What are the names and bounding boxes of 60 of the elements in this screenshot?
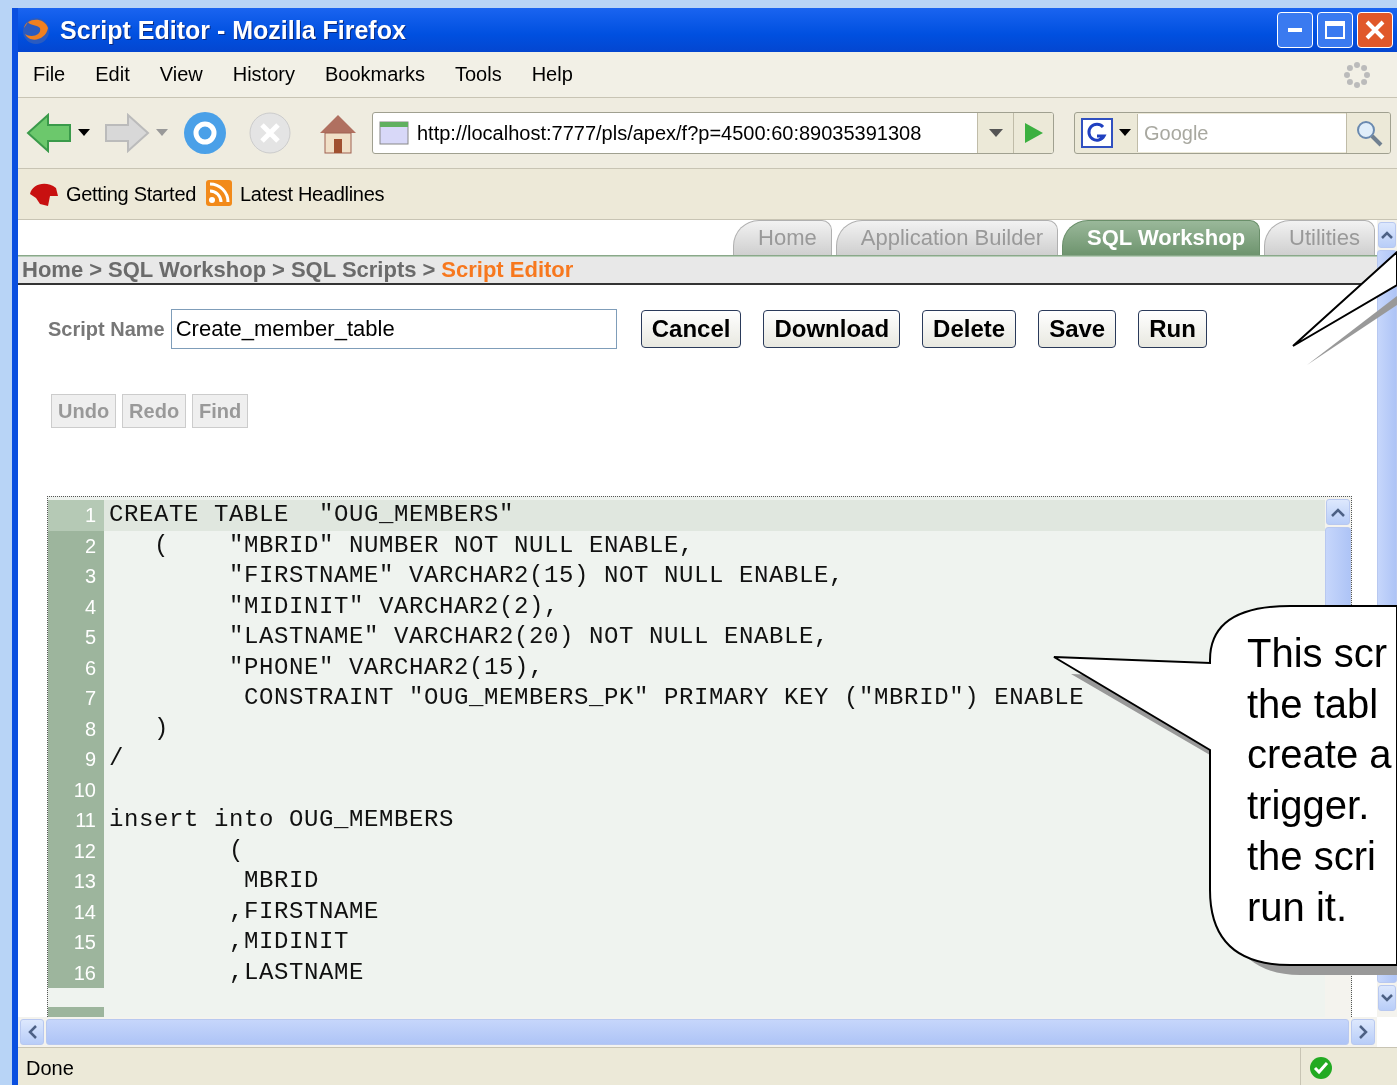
line-number: 6: [48, 652, 104, 683]
line-number: 10: [48, 774, 104, 805]
breadcrumb-separator: >: [422, 257, 436, 283]
code-line: "LASTNAME" VARCHAR2(20) NOT NULL ENABLE,: [228, 622, 830, 652]
menu-item[interactable]: Help: [516, 63, 588, 86]
line-number: 7: [48, 683, 104, 714]
url-text: http://localhost:7777/pls/apex/f?p=4500:60:89035391308: [416, 121, 923, 145]
line-number: 4: [48, 591, 104, 622]
line-number: 16: [48, 957, 104, 988]
callout-text: This scr the tabl create a trigger. the scri run it.: [1247, 630, 1392, 931]
code-line: "PHONE" VARCHAR2(15),: [228, 652, 545, 683]
menu-item[interactable]: View: [144, 63, 218, 86]
action-button[interactable]: Save: [1038, 310, 1117, 348]
line-number: 5: [48, 622, 104, 653]
code-line: ,LASTNAME: [228, 957, 365, 988]
breadcrumb-link[interactable]: Home: [22, 257, 84, 283]
line-number: 12: [48, 835, 104, 866]
field-label: Script Name: [48, 317, 165, 341]
action-button[interactable]: Cancel: [640, 310, 742, 348]
line-number: 1: [48, 500, 104, 531]
menu-item[interactable]: Bookmarks: [309, 63, 440, 86]
code-line: "MIDINIT" VARCHAR2(2),: [228, 591, 560, 622]
line-number: 8: [48, 713, 104, 744]
action-button[interactable]: Run: [1138, 310, 1207, 348]
line-number: 15: [48, 927, 104, 958]
search-field[interactable]: Google: [1074, 112, 1391, 154]
line-number: 13: [48, 866, 104, 897]
bookmark-link[interactable]: Latest Headlines: [206, 180, 385, 208]
menu-item[interactable]: Tools: [439, 63, 517, 86]
line-number: 11: [48, 805, 104, 836]
code-line: insert into OUG_MEMBERS: [108, 805, 455, 835]
action-button[interactable]: Download: [763, 310, 901, 348]
line-number: 3: [48, 561, 104, 592]
breadcrumb-separator: >: [272, 257, 285, 283]
status-text: Done: [26, 1056, 74, 1080]
line-number: 9: [48, 744, 104, 775]
code-line: CREATE TABLE "OUG_MEMBERS": [108, 500, 515, 530]
line-number: 2: [48, 530, 104, 561]
bookmark-link[interactable]: Getting Started: [28, 180, 197, 208]
action-button[interactable]: Delete: [922, 310, 1017, 348]
code-line: ): [153, 713, 169, 744]
code-line: ( "MBRID" NUMBER NOT NULL ENABLE,: [153, 530, 695, 561]
code-line: MBRID: [243, 866, 320, 896]
breadcrumb-link[interactable]: SQL Workshop: [108, 257, 267, 283]
menu-item[interactable]: History: [217, 63, 310, 86]
code-line: "FIRSTNAME" VARCHAR2(15) NOT NULL ENABLE,: [228, 561, 845, 591]
menu-item[interactable]: File: [18, 63, 81, 86]
menu-item[interactable]: Edit: [80, 63, 145, 86]
code-line: /: [108, 744, 124, 774]
window-title: Script Editor - Mozilla Firefox: [60, 15, 406, 45]
code-line: (: [228, 835, 245, 866]
code-line: CONSTRAINT "OUG_MEMBERS_PK" PRIMARY KEY ("MBRID") ENABLE: [243, 683, 1085, 713]
search-input[interactable]: Google: [1137, 114, 1346, 152]
address-bar[interactable]: http://localhost:7777/pls/apex/f?p=4500:60:89035391308: [372, 112, 1054, 154]
code-line: ,FIRSTNAME: [228, 896, 380, 927]
breadcrumb-separator: >: [89, 257, 102, 283]
line-number: 14: [48, 896, 104, 927]
breadcrumb-link[interactable]: SQL Scripts: [290, 257, 417, 283]
code-line: ,MIDINIT: [228, 927, 350, 957]
script-name-field[interactable]: Create_member_table: [170, 309, 617, 349]
